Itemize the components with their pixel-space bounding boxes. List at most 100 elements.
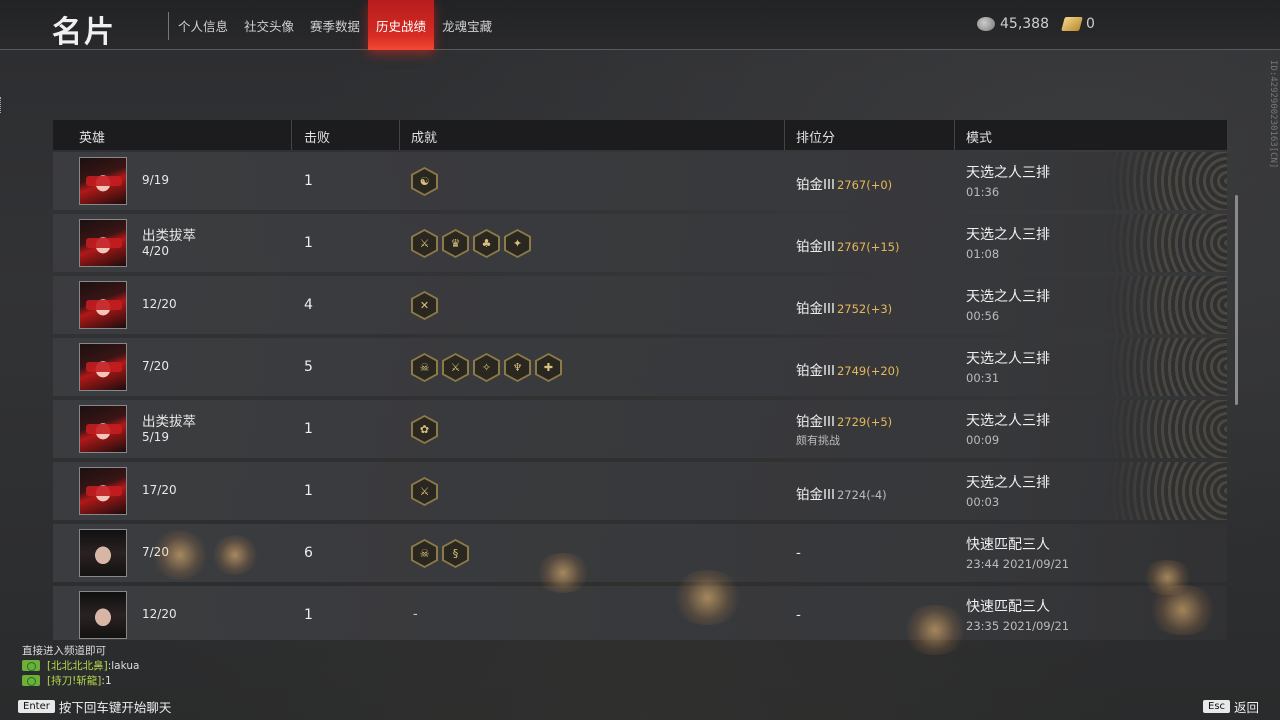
hero-avatar bbox=[79, 219, 127, 267]
mode-name: 天选之人三排 bbox=[966, 413, 1050, 429]
table-row[interactable]: 出类拔萃 5/19 1 ✿ 铂金III 2729(+5) 颇有挑战 天选之人三排 00:09 bbox=[53, 400, 1227, 458]
page-title: 名片 bbox=[52, 15, 116, 50]
score-value: 2752(+3) bbox=[836, 302, 893, 316]
chat-panel: 直接进入频道即可 [北北北北鼻] :lakua [持刀!斩龍] :1 bbox=[22, 643, 139, 688]
gold-amount: 0 bbox=[1086, 16, 1095, 32]
achievement-badge-icon[interactable]: ⚔ bbox=[411, 229, 438, 258]
hero-mask bbox=[86, 486, 122, 496]
rank-score: 铂金III 2724(-4) bbox=[796, 483, 887, 503]
hero-avatar bbox=[79, 343, 127, 391]
hero-avatar bbox=[79, 529, 127, 577]
mode-name: 快速匹配三人 bbox=[966, 537, 1050, 553]
hero-title: 出类拔萃 bbox=[142, 228, 196, 244]
chat-sender: [北北北北鼻] bbox=[47, 660, 108, 672]
game-mode: 快速匹配三人 23:44 2021/09/21 bbox=[966, 534, 1069, 571]
match-time: 23:35 2021/09/21 bbox=[966, 619, 1070, 633]
table-row[interactable]: 12/20 4 ✕ 铂金III 2752(+3) 天选之人三排 00:56 bbox=[53, 276, 1227, 334]
header-mode: 模式 bbox=[966, 131, 993, 146]
rank-tier: 铂金III bbox=[796, 301, 835, 317]
achievement-badge-icon[interactable]: ⚔ bbox=[411, 477, 438, 506]
no-achievement: - bbox=[413, 607, 418, 622]
score-value: 2724(-4) bbox=[836, 488, 887, 502]
hero-avatar bbox=[79, 591, 127, 639]
match-time: 00:31 bbox=[966, 371, 1000, 385]
rank-tier: 铂金III bbox=[796, 239, 835, 255]
tab-personal-info[interactable]: 个人信息 bbox=[170, 0, 236, 50]
achievement-glyph: ✦ bbox=[512, 237, 523, 250]
chat-enter-hint[interactable]: Enter 按下回车键开始聊天 bbox=[18, 697, 171, 716]
hero-info: 12/20 bbox=[142, 297, 177, 311]
achievement-badge-icon[interactable]: ♛ bbox=[442, 229, 469, 258]
chat-message: [北北北北鼻] :lakua bbox=[22, 658, 139, 673]
match-time: 23:44 2021/09/21 bbox=[966, 557, 1070, 571]
placement: 5/19 bbox=[142, 430, 169, 444]
achievement-badge-icon[interactable]: ✦ bbox=[504, 229, 531, 258]
achievement-glyph: ⚔ bbox=[450, 361, 461, 374]
achievement-badge-icon[interactable]: ☯ bbox=[411, 167, 438, 196]
achievement-badge-icon[interactable]: ✚ bbox=[535, 353, 562, 382]
achievement-list: ☯ bbox=[411, 167, 438, 196]
achievement-glyph: ☠ bbox=[419, 547, 430, 560]
achievement-glyph: § bbox=[452, 547, 459, 560]
rank-tier: 铂金III bbox=[796, 487, 835, 503]
achievement-glyph: ✧ bbox=[481, 361, 492, 374]
achievement-badge-icon[interactable]: ☠ bbox=[411, 353, 438, 382]
match-time: 01:08 bbox=[966, 247, 1000, 261]
achievement-list: ✿ bbox=[411, 415, 438, 444]
mode-name: 快速匹配三人 bbox=[966, 599, 1050, 615]
coin-icon bbox=[977, 17, 995, 31]
hero-mask bbox=[86, 176, 122, 186]
achievement-glyph: ☠ bbox=[419, 361, 430, 374]
table-row[interactable]: 出类拔萃 4/20 1 ⚔ ♛ ♣ ✦ 铂金III 2767(+15) 天选之人三排 01:08 bbox=[53, 214, 1227, 272]
achievement-badge-icon[interactable]: § bbox=[442, 539, 469, 568]
table-row[interactable]: 9/19 1 ☯ 铂金III 2767(+0) 天选之人三排 01:36 bbox=[53, 152, 1227, 210]
achievement-badge-icon[interactable]: ♆ bbox=[504, 353, 531, 382]
game-mode: 天选之人三排 00:03 bbox=[966, 472, 1050, 509]
rank-score: 铂金III 2752(+3) bbox=[796, 297, 892, 317]
kill-count: 5 bbox=[304, 359, 313, 375]
tab-season-data[interactable]: 赛季数据 bbox=[302, 0, 368, 50]
scrollbar[interactable] bbox=[1235, 195, 1238, 405]
tab-social-avatar[interactable]: 社交头像 bbox=[236, 0, 302, 50]
hero-avatar bbox=[79, 157, 127, 205]
table-row[interactable]: 7/20 6 ☠ § - 快速匹配三人 23:44 2021/09/21 bbox=[53, 524, 1227, 582]
side-handle[interactable] bbox=[0, 97, 4, 113]
hero-info: 17/20 bbox=[142, 483, 177, 497]
table-row[interactable]: 12/20 1 - - 快速匹配三人 23:35 2021/09/21 bbox=[53, 586, 1227, 640]
rank-tier: 铂金III bbox=[796, 363, 835, 379]
achievement-badge-icon[interactable]: ✧ bbox=[473, 353, 500, 382]
score-value: 2729(+5) bbox=[836, 415, 893, 429]
rank-score: 铂金III 2767(+0) bbox=[796, 173, 892, 193]
achievement-glyph: ⚔ bbox=[419, 485, 430, 498]
score-value: 2767(+15) bbox=[836, 240, 900, 254]
table-row[interactable]: 7/20 5 ☠ ⚔ ✧ ♆ ✚ 铂金III 2749(+20) 天选之人三排 00:31 bbox=[53, 338, 1227, 396]
header-kills: 击败 bbox=[304, 131, 331, 146]
achievement-glyph: ✿ bbox=[419, 423, 430, 436]
back-button[interactable]: Esc 返回 bbox=[1203, 697, 1259, 716]
team-icon bbox=[22, 660, 40, 671]
kill-count: 6 bbox=[304, 545, 313, 561]
chat-hint: 直接进入频道即可 bbox=[22, 645, 106, 657]
placement: 12/20 bbox=[142, 607, 177, 621]
placement: 7/20 bbox=[142, 359, 169, 373]
achievement-badge-icon[interactable]: ✕ bbox=[411, 291, 438, 320]
achievement-badge-icon[interactable]: ☠ bbox=[411, 539, 438, 568]
game-mode: 天选之人三排 01:08 bbox=[966, 224, 1050, 261]
rank-tier: - bbox=[796, 607, 801, 623]
achievement-list: ☠ § bbox=[411, 539, 469, 568]
placement: 12/20 bbox=[142, 297, 177, 311]
achievement-glyph: ⚔ bbox=[419, 237, 430, 250]
tab-dragon-treasure[interactable]: 龙魂宝藏 bbox=[434, 0, 500, 50]
hero-mask bbox=[86, 424, 122, 434]
header-achievements: 成就 bbox=[411, 131, 438, 146]
mode-name: 天选之人三排 bbox=[966, 351, 1050, 367]
table-row[interactable]: 17/20 1 ⚔ 铂金III 2724(-4) 天选之人三排 00:03 bbox=[53, 462, 1227, 520]
achievement-badge-icon[interactable]: ♣ bbox=[473, 229, 500, 258]
achievement-list: ⚔ ♛ ♣ ✦ bbox=[411, 229, 531, 258]
placement: 7/20 bbox=[142, 545, 169, 559]
hero-mask bbox=[86, 238, 122, 248]
achievement-badge-icon[interactable]: ✿ bbox=[411, 415, 438, 444]
tab-match-history[interactable]: 历史战绩 bbox=[368, 0, 435, 50]
achievement-badge-icon[interactable]: ⚔ bbox=[442, 353, 469, 382]
hero-avatar bbox=[79, 281, 127, 329]
